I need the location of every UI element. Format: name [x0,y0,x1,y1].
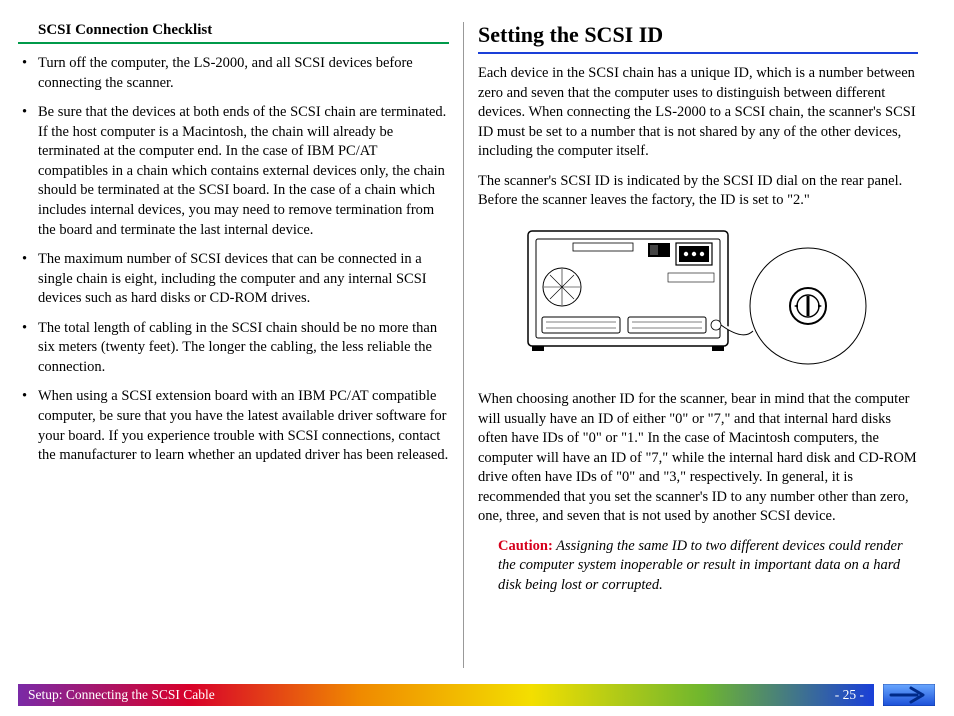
page-number: - 25 - [835,687,864,703]
list-item: The total length of cabling in the SCSI … [22,319,449,378]
caution-text: Assigning the same ID to two different d… [498,538,903,593]
footer-bar: Setup: Connecting the SCSI Cable - 25 - [18,684,936,706]
left-column: SCSI Connection Checklist Turn off the c… [18,22,463,668]
rear-panel-diagram [478,221,918,376]
next-page-button[interactable] [874,684,936,706]
list-item: Be sure that the devices at both ends of… [22,103,449,240]
paragraph: Each device in the SCSI chain has a uniq… [478,64,918,162]
footer-gradient: Setup: Connecting the SCSI Cable - 25 - [18,684,874,706]
paragraph: The scanner's SCSI ID is indicated by th… [478,172,918,211]
checklist-heading: SCSI Connection Checklist [18,22,449,44]
paragraph: When choosing another ID for the scanner… [478,390,918,527]
scanner-rear-panel-icon [518,221,878,371]
right-column: Setting the SCSI ID Each device in the S… [463,22,918,668]
page-title: Setting the SCSI ID [478,22,918,54]
page-body: SCSI Connection Checklist Turn off the c… [0,0,954,678]
list-item: When using a SCSI extension board with a… [22,387,449,465]
list-item: The maximum number of SCSI devices that … [22,250,449,309]
caution-label: Caution: [498,538,553,554]
arrow-right-icon [883,684,935,706]
list-item: Turn off the computer, the LS-2000, and … [22,54,449,93]
checklist-list: Turn off the computer, the LS-2000, and … [18,54,449,466]
caution-note: Caution: Assigning the same ID to two di… [478,537,918,596]
footer-section-label: Setup: Connecting the SCSI Cable [28,687,215,703]
